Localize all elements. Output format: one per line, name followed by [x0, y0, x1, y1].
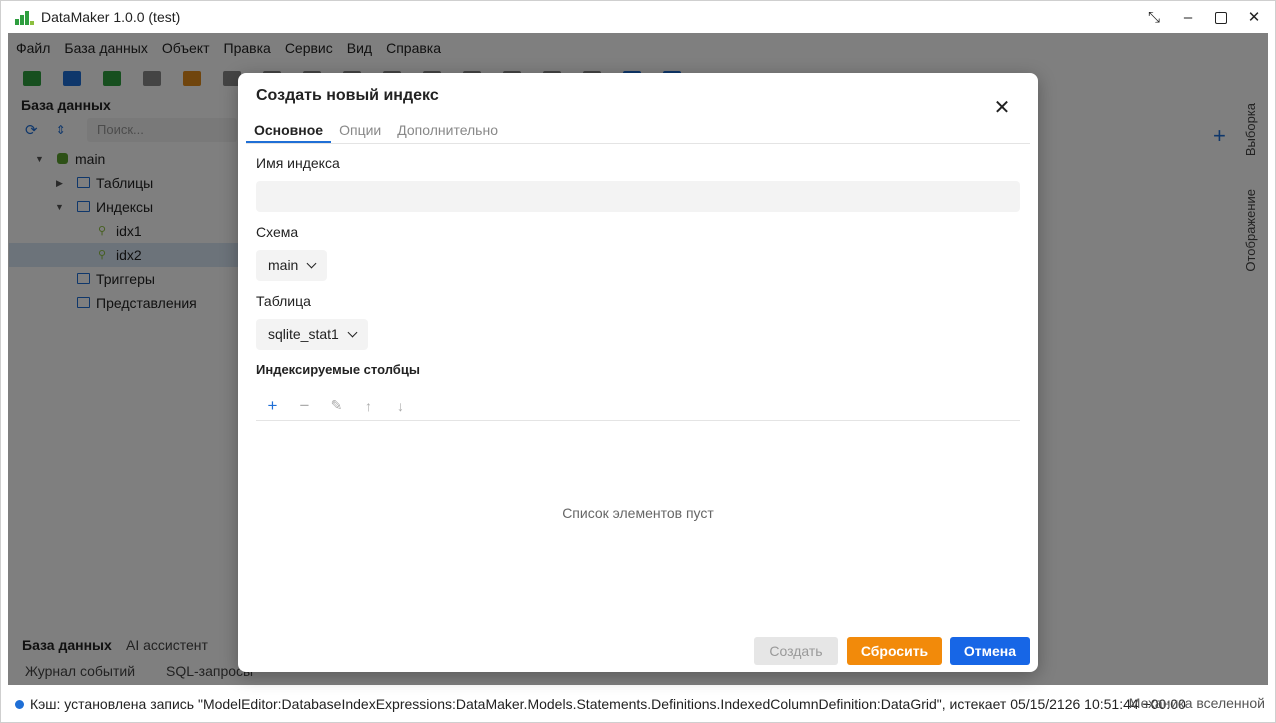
status-right-text: Механика вселенной — [1128, 695, 1265, 711]
minimize-icon[interactable]: – — [1181, 10, 1195, 25]
close-icon[interactable]: ✕ — [993, 98, 1011, 118]
create-index-dialog: Создать новый индекс ✕ Основное Опции До… — [238, 73, 1038, 672]
columns-toolbar: + − ✎ ↑ ↓ — [256, 391, 1020, 421]
maximize-icon[interactable] — [1215, 11, 1227, 24]
app-logo-icon — [14, 7, 34, 27]
tab-options[interactable]: Опции — [331, 117, 389, 143]
index-name-input[interactable] — [256, 181, 1020, 212]
tab-advanced[interactable]: Дополнительно — [389, 117, 506, 143]
chevron-down-icon — [306, 258, 317, 269]
status-bar: Кэш: установлена запись "ModelEditor:Dat… — [9, 691, 1269, 717]
arrow-up-icon[interactable]: ↑ — [360, 398, 377, 414]
add-icon[interactable]: + — [264, 396, 281, 416]
title-bar: DataMaker 1.0.0 (test) ⤡ – ✕ — [0, 0, 1276, 33]
empty-list-message: Список элементов пуст — [562, 505, 714, 521]
status-icon — [15, 699, 24, 709]
dialog-title: Создать новый индекс — [256, 87, 439, 104]
reset-button[interactable]: Сбросить — [847, 637, 942, 665]
arrow-down-icon[interactable]: ↓ — [392, 398, 409, 414]
table-label: Таблица — [256, 293, 311, 309]
chevron-down-icon — [347, 327, 358, 338]
restore-icon[interactable]: ⤡ — [1147, 10, 1161, 25]
indexed-columns-label: Индексируемые столбцы — [256, 362, 420, 377]
schema-value: main — [268, 257, 299, 273]
index-name-label: Имя индекса — [256, 155, 340, 171]
table-value: sqlite_stat1 — [268, 326, 339, 342]
create-button[interactable]: Создать — [754, 637, 838, 665]
table-select[interactable]: sqlite_stat1 — [256, 319, 368, 350]
window-title: DataMaker 1.0.0 (test) — [41, 9, 181, 25]
tab-general[interactable]: Основное — [246, 117, 332, 143]
cancel-button[interactable]: Отмена — [950, 637, 1030, 665]
schema-label: Схема — [256, 224, 299, 240]
dialog-tabs: Основное Опции Дополнительно — [246, 117, 1030, 144]
remove-icon[interactable]: − — [296, 396, 313, 416]
status-text: Кэш: установлена запись "ModelEditor:Dat… — [30, 696, 1186, 712]
pencil-icon[interactable]: ✎ — [328, 397, 345, 414]
close-window-icon[interactable]: ✕ — [1247, 10, 1261, 25]
schema-select[interactable]: main — [256, 250, 328, 281]
